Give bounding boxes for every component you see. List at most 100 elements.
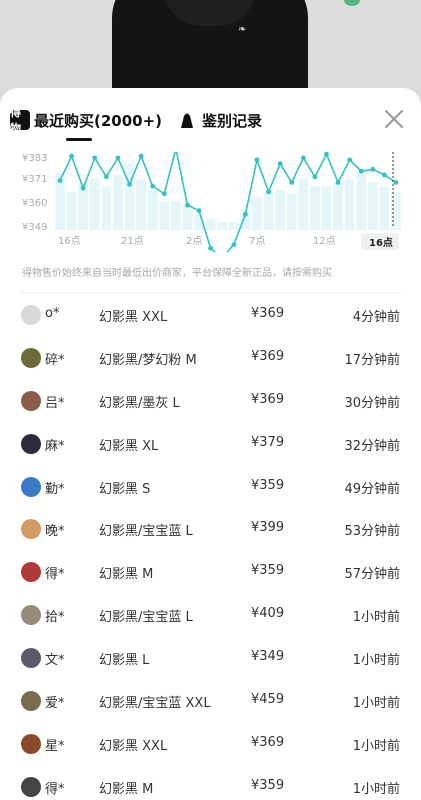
chart-bar <box>205 218 216 230</box>
purchase-row: 爱* 幻影黑/宝宝蓝 XXL ¥459 1小时前 <box>0 680 421 723</box>
purchase-row: 文* 幻影黑 L ¥349 1小时前 <box>0 637 421 680</box>
purchase-time: 1小时前 <box>352 653 400 669</box>
chart-y-tick: ¥349 <box>22 222 47 233</box>
purchase-row: 星* 幻影黑 XXL ¥369 1小时前 <box>0 723 421 766</box>
chart-point <box>57 178 63 183</box>
purchase-price: ¥349 <box>251 649 285 665</box>
buyer-name: 得* <box>45 567 65 583</box>
avatar <box>21 476 41 497</box>
chart-x-tick-selected[interactable]: 16点 <box>369 236 393 249</box>
chart-point <box>242 212 248 217</box>
price-note: 得物售价始终来自当时最低出价商家，平台保障全新正品，请按需购买 <box>22 268 332 279</box>
tab-authentication-records[interactable]: 鉴别记录 <box>178 108 262 132</box>
purchase-price: ¥369 <box>251 348 285 364</box>
purchase-row: o* 幻影黑 XXL ¥369 4分钟前 <box>0 294 421 337</box>
decoration <box>344 0 360 6</box>
chart-point <box>300 155 306 161</box>
chart-bar <box>136 178 146 230</box>
avatar <box>21 390 41 411</box>
chart-bar <box>217 222 228 230</box>
tab-auth-label: 鉴别记录 <box>202 111 263 130</box>
product-variant: 幻影黑/梦幻粉 M <box>99 352 197 368</box>
purchase-price: ¥369 <box>251 391 285 407</box>
chart-point <box>231 242 237 247</box>
avatar <box>21 648 41 669</box>
product-variant: 幻影黑/宝宝蓝 L <box>99 610 193 626</box>
chart-bar <box>263 191 274 230</box>
product-variant: 幻影黑 XXL <box>99 310 168 325</box>
chart-bar <box>356 171 367 230</box>
chart-point <box>266 189 271 195</box>
chart-bar <box>367 182 378 230</box>
product-variant: 幻影黑 XXL <box>99 738 168 754</box>
chart-point <box>138 153 144 159</box>
purchase-row: 晚* 幻影黑/宝宝蓝 L ¥399 53分钟前 <box>0 508 421 551</box>
purchase-price: ¥379 <box>251 434 285 450</box>
chart-bar <box>275 190 286 230</box>
chart-x-tick: 21点 <box>121 235 144 247</box>
chart-bar <box>228 222 239 230</box>
avatar <box>21 433 41 454</box>
chart-point <box>69 153 74 159</box>
chart-x-tick: 16点 <box>58 235 81 247</box>
bag-icon <box>178 111 196 129</box>
chart-y-tick: ¥371 <box>22 174 47 185</box>
purchase-price: ¥409 <box>251 606 285 622</box>
chart-point <box>115 155 121 161</box>
chart-bar <box>124 163 135 230</box>
purchase-price: ¥359 <box>251 477 285 493</box>
purchase-price: ¥369 <box>251 306 285 321</box>
purchase-time: 30分钟前 <box>344 395 400 411</box>
chart-point <box>312 174 318 180</box>
purchase-time: 1小时前 <box>352 610 400 626</box>
chart-point <box>185 202 190 208</box>
chart-y-tick: ¥383 <box>22 153 47 164</box>
chart-point <box>161 191 167 197</box>
chart-point <box>382 172 387 178</box>
chart-bar <box>321 186 332 230</box>
tab-bar: 得物 最近购买(2000+) 鉴别记录 <box>0 88 421 152</box>
chart-bar <box>252 197 262 230</box>
purchase-time: 32分钟前 <box>344 438 400 454</box>
chart-point <box>324 152 329 157</box>
purchase-time: 4分钟前 <box>352 310 400 325</box>
chart-bar <box>101 186 112 230</box>
purchase-time: 53分钟前 <box>344 524 400 540</box>
chart-point <box>196 208 202 214</box>
divider <box>20 292 401 293</box>
avatar <box>21 733 41 754</box>
product-variant: 幻影黑/墨灰 L <box>99 395 180 411</box>
purchase-time: 49分钟前 <box>344 481 400 497</box>
chart-bar <box>298 178 309 230</box>
product-variant: 幻影黑 M <box>99 781 154 797</box>
tab-recent-purchases[interactable]: 得物 最近购买(2000+) <box>10 106 162 135</box>
page: ❧ 得物 最近购买(2000+) 鉴别记录 ¥383 ¥371 ¥360 ¥34… <box>0 0 421 800</box>
buyer-name: 麻* <box>45 438 65 454</box>
buyer-name: o* <box>45 306 60 321</box>
purchase-row: 碎* 幻影黑/梦幻粉 M ¥369 17分钟前 <box>0 337 421 380</box>
buyer-name: 星* <box>45 738 65 754</box>
price-trend-chart: ¥383 ¥371 ¥360 ¥349 16点 21点 2点 7点 12点 16点 <box>0 152 421 252</box>
chart-point <box>92 155 98 161</box>
purchase-time: 1小时前 <box>352 696 400 712</box>
product-variant: 幻影黑/宝宝蓝 XXL <box>99 696 211 712</box>
close-button[interactable] <box>383 108 405 130</box>
avatar <box>21 305 41 325</box>
purchase-price: ¥359 <box>251 777 285 793</box>
purchase-list: o* 幻影黑 XXL ¥369 4分钟前 碎* 幻影黑/梦幻粉 M ¥369 17分钟前 吕* 幻… <box>0 294 421 800</box>
purchase-time: 1小时前 <box>352 781 400 797</box>
chart-bar <box>344 178 355 230</box>
purchase-price: ¥459 <box>251 692 285 708</box>
product-variant: 幻影黑/宝宝蓝 L <box>99 524 193 540</box>
chart-point <box>277 161 283 167</box>
purchase-time: 57分钟前 <box>344 567 400 583</box>
purchase-row: 吕* 幻影黑/墨灰 L ¥369 30分钟前 <box>0 380 421 423</box>
purchase-time: 1小时前 <box>352 738 400 754</box>
purchase-price: ¥399 <box>251 520 285 536</box>
purchase-row: 得* 幻影黑 M ¥359 1小时前 <box>0 766 421 800</box>
chart-point <box>370 166 376 172</box>
avatar <box>21 776 41 797</box>
product-variant: 幻影黑 L <box>99 653 150 669</box>
chart-bar <box>182 205 193 230</box>
chart-bar <box>147 190 158 230</box>
